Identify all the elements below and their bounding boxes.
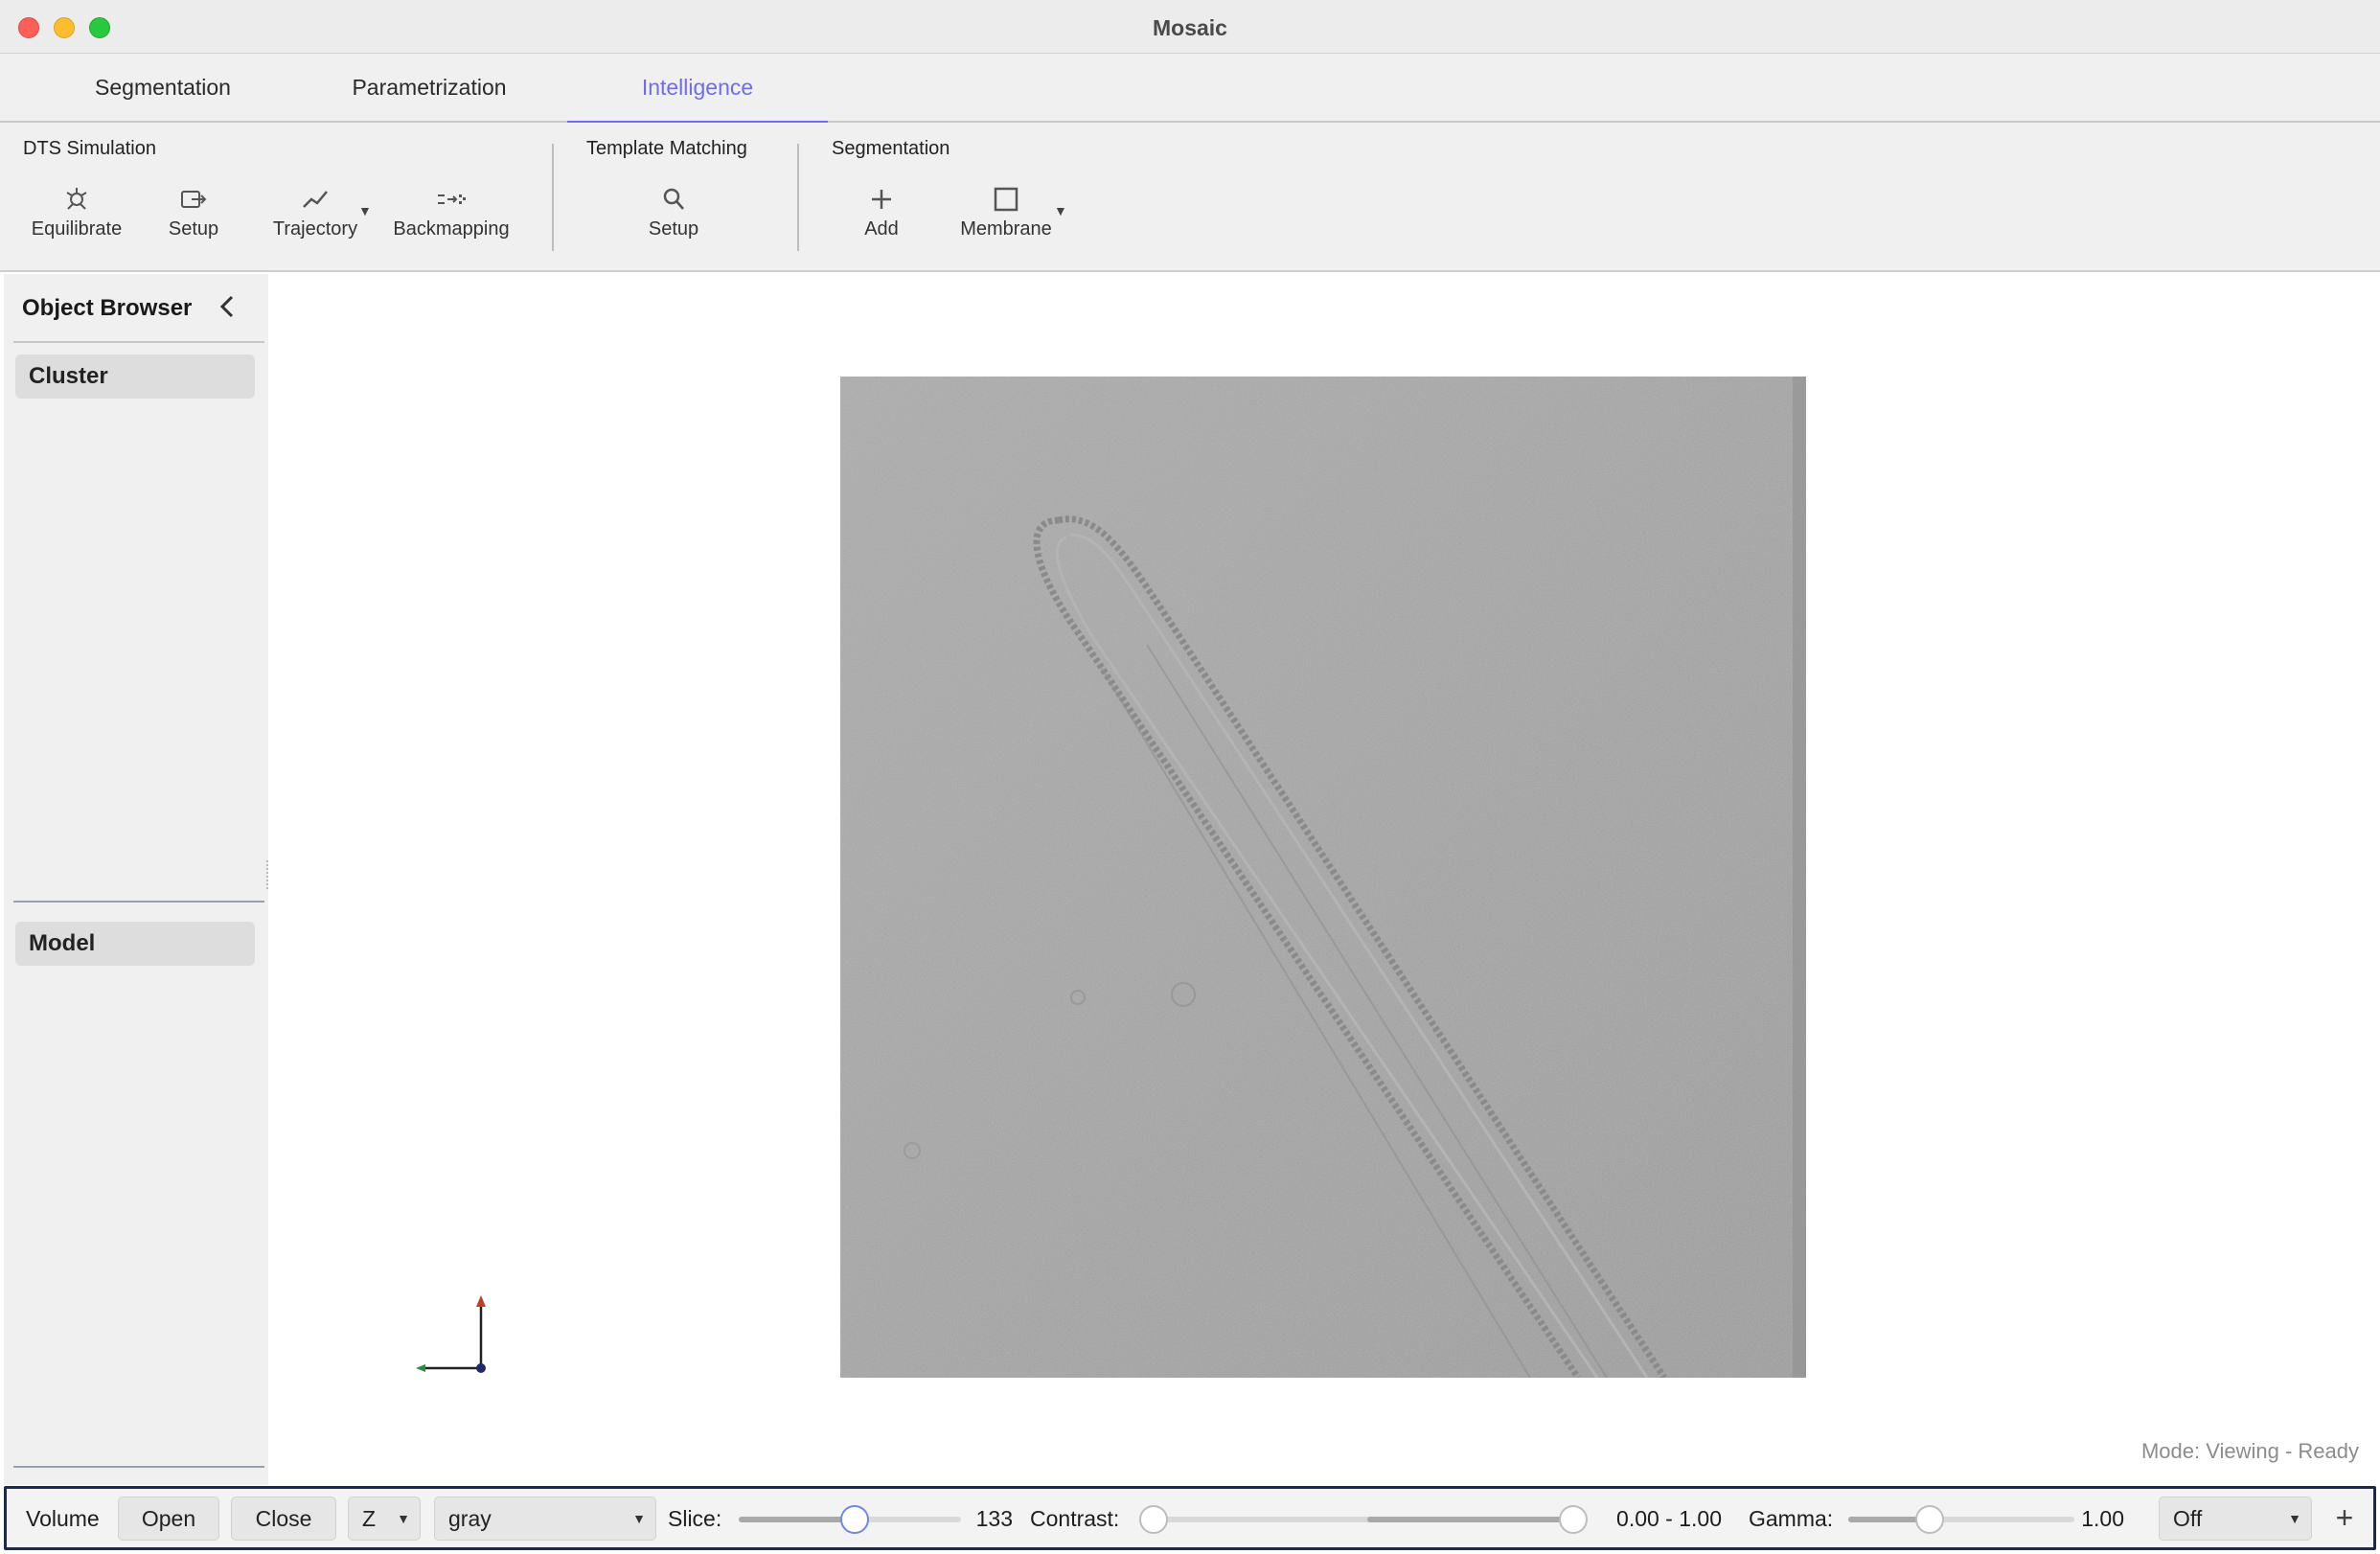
rendering-mode-select-value: Off bbox=[2173, 1506, 2203, 1531]
cluster-section-header[interactable]: Cluster bbox=[15, 354, 255, 399]
ribbon-divider bbox=[552, 144, 554, 251]
tab-intelligence[interactable]: Intelligence bbox=[567, 54, 828, 124]
contrast-slider-fill bbox=[1367, 1517, 1576, 1522]
chevron-down-icon: ▼ bbox=[632, 1511, 646, 1526]
backmapping-label: Backmapping bbox=[393, 218, 510, 240]
add-segmentation-button[interactable]: Add bbox=[843, 184, 920, 249]
backmapping-icon bbox=[438, 194, 466, 204]
membrane-button[interactable]: Membrane bbox=[950, 184, 1062, 249]
trajectory-button[interactable]: Trajectory bbox=[263, 184, 368, 249]
group-title-segmentation: Segmentation bbox=[832, 138, 950, 159]
search-icon bbox=[663, 188, 684, 210]
tomogram-image bbox=[840, 377, 1806, 1378]
object-browser-panel: Object Browser Cluster Model bbox=[4, 274, 268, 1485]
export-setup-icon bbox=[181, 191, 207, 208]
chevron-down-icon: ▼ bbox=[397, 1511, 410, 1526]
chevron-left-icon bbox=[219, 295, 234, 318]
square-icon bbox=[994, 187, 1018, 212]
axis-select[interactable]: Z ▼ bbox=[348, 1497, 421, 1541]
slice-value: 133 bbox=[975, 1506, 1013, 1531]
tab-segmentation[interactable]: Segmentation bbox=[75, 54, 251, 123]
object-browser-title: Object Browser bbox=[22, 295, 193, 321]
tomogram-slice-image bbox=[840, 377, 1806, 1378]
orientation-axes-widget bbox=[412, 1290, 498, 1381]
axis-select-value: Z bbox=[362, 1506, 377, 1531]
colormap-select-value: gray bbox=[448, 1506, 492, 1531]
contrast-label: Contrast: bbox=[1030, 1506, 1120, 1531]
equilibrate-label: Equilibrate bbox=[31, 218, 123, 240]
tab-parametrization[interactable]: Parametrization bbox=[335, 54, 523, 123]
plus-icon bbox=[872, 190, 891, 209]
dts-setup-button[interactable]: Setup bbox=[153, 184, 234, 249]
slice-slider-fill bbox=[739, 1517, 855, 1522]
slice-slider-handle[interactable] bbox=[839, 1505, 869, 1534]
volume-label: Volume bbox=[26, 1506, 100, 1531]
trajectory-icon bbox=[303, 191, 328, 208]
equilibrate-button[interactable]: Equilibrate bbox=[21, 184, 132, 249]
close-volume-button[interactable]: Close bbox=[231, 1497, 336, 1541]
rendering-mode-select[interactable]: Off ▼ bbox=[2159, 1497, 2312, 1541]
ribbon-toolbar: DTS Simulation Equilibrate Setup Traject… bbox=[0, 123, 2380, 272]
gamma-slider-handle[interactable] bbox=[1914, 1505, 1944, 1534]
add-label: Add bbox=[864, 218, 899, 240]
equilibrate-icon bbox=[66, 188, 87, 210]
group-title-dts-simulation: DTS Simulation bbox=[23, 138, 156, 159]
membrane-label: Membrane bbox=[960, 218, 1052, 240]
model-section-header[interactable]: Model bbox=[15, 922, 255, 966]
ribbon-divider bbox=[797, 144, 799, 251]
open-volume-button[interactable]: Open bbox=[118, 1497, 219, 1541]
window-title: Mosaic bbox=[1153, 15, 1227, 40]
gamma-label: Gamma: bbox=[1749, 1506, 1834, 1531]
trajectory-label: Trajectory bbox=[272, 218, 358, 240]
collapse-sidebar-button[interactable] bbox=[217, 293, 240, 327]
group-title-template-matching: Template Matching bbox=[586, 138, 747, 159]
sidebar-divider bbox=[13, 341, 264, 343]
contrast-min-handle[interactable] bbox=[1139, 1505, 1168, 1534]
template-matching-setup-button[interactable]: Setup bbox=[632, 184, 715, 249]
slice-label: Slice: bbox=[668, 1506, 722, 1531]
gamma-value: 1.00 bbox=[2081, 1506, 2124, 1531]
render-viewport[interactable]: Mode: Viewing - Ready bbox=[270, 274, 2376, 1485]
sidebar-splitter[interactable] bbox=[13, 901, 264, 903]
tab-bar: Segmentation Parametrization Intelligenc… bbox=[0, 54, 2380, 124]
colormap-select[interactable]: gray ▼ bbox=[434, 1497, 656, 1541]
template-matching-setup-label: Setup bbox=[648, 218, 699, 240]
chevron-down-icon: ▼ bbox=[2288, 1511, 2301, 1526]
title-bar: Mosaic bbox=[0, 0, 2380, 54]
mode-status-text: Mode: Viewing - Ready bbox=[2140, 1439, 2359, 1463]
contrast-range-value: 0.00 - 1.00 bbox=[1616, 1506, 1722, 1531]
add-volume-button[interactable]: + bbox=[2325, 1497, 2364, 1541]
sidebar-divider bbox=[13, 1466, 264, 1468]
membrane-dropdown-icon[interactable]: ▼ bbox=[1054, 203, 1067, 218]
volume-toolbar: Volume Open Close Z ▼ gray ▼ Slice: 133 … bbox=[4, 1486, 2376, 1550]
contrast-max-handle[interactable] bbox=[1559, 1505, 1588, 1534]
dts-setup-label: Setup bbox=[168, 218, 219, 240]
backmapping-button[interactable]: Backmapping bbox=[387, 184, 515, 249]
trajectory-dropdown-icon[interactable]: ▼ bbox=[358, 203, 372, 218]
app-window: Mosaic Segmentation Parametrization Inte… bbox=[0, 0, 2380, 1554]
axes-icon bbox=[416, 1295, 486, 1373]
